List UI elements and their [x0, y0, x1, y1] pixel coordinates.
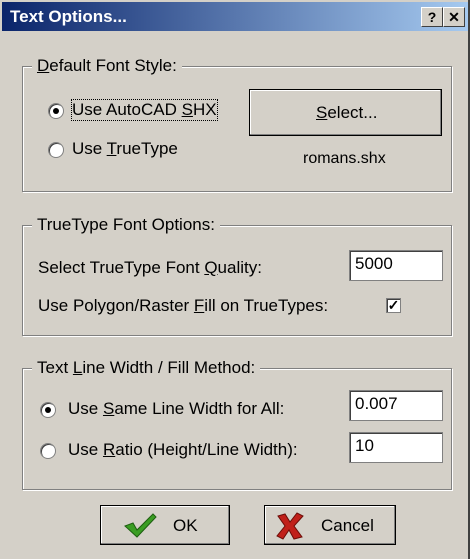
line-width-fill-group: Text Line Width / Fill Method:: [22, 358, 452, 490]
use-truetype-radio[interactable]: [48, 142, 64, 158]
title-bar[interactable]: Text Options... ? ✕: [2, 2, 468, 31]
same-line-width-radio[interactable]: [40, 402, 56, 418]
truetype-quality-input[interactable]: 5000: [349, 250, 443, 281]
truetype-quality-label: Select TrueType Font Quality:: [38, 258, 262, 277]
use-truetype-label[interactable]: Use TrueType: [72, 139, 178, 159]
default-font-style-legend: Default Font Style:: [32, 56, 182, 76]
use-autocad-shx-label[interactable]: Use AutoCAD SHX: [71, 99, 218, 121]
line-width-fill-legend: Text Line Width / Fill Method:: [32, 358, 261, 378]
x-mark-icon: [275, 512, 305, 545]
use-autocad-shx-radio[interactable]: [48, 103, 64, 119]
polygon-raster-fill-checkbox[interactable]: ✓: [386, 298, 401, 313]
ok-button-label: OK: [173, 516, 198, 535]
same-line-width-label[interactable]: Use Same Line Width for All:: [68, 399, 284, 419]
help-button[interactable]: ?: [421, 7, 443, 27]
select-font-button[interactable]: Select...: [249, 89, 442, 136]
polygon-raster-fill-label: Use Polygon/Raster Fill on TrueTypes:: [38, 296, 329, 315]
ratio-radio[interactable]: [40, 443, 56, 459]
cancel-button[interactable]: Cancel: [264, 505, 396, 545]
text-options-dialog: Text Options... ? ✕ Default Font Style: …: [0, 0, 470, 559]
dialog-title: Text Options...: [10, 7, 127, 26]
ratio-label[interactable]: Use Ratio (Height/Line Width):: [68, 440, 298, 460]
close-button[interactable]: ✕: [443, 7, 465, 27]
checkmark-icon: [123, 511, 157, 544]
same-line-width-input[interactable]: 0.007: [349, 390, 443, 421]
select-font-button-label: Select...: [316, 103, 378, 122]
current-font-name: romans.shx: [303, 150, 386, 167]
ok-button[interactable]: OK: [100, 505, 230, 545]
truetype-font-options-legend: TrueType Font Options:: [32, 215, 220, 235]
ratio-input[interactable]: 10: [349, 432, 443, 463]
cancel-button-label: Cancel: [321, 516, 374, 535]
